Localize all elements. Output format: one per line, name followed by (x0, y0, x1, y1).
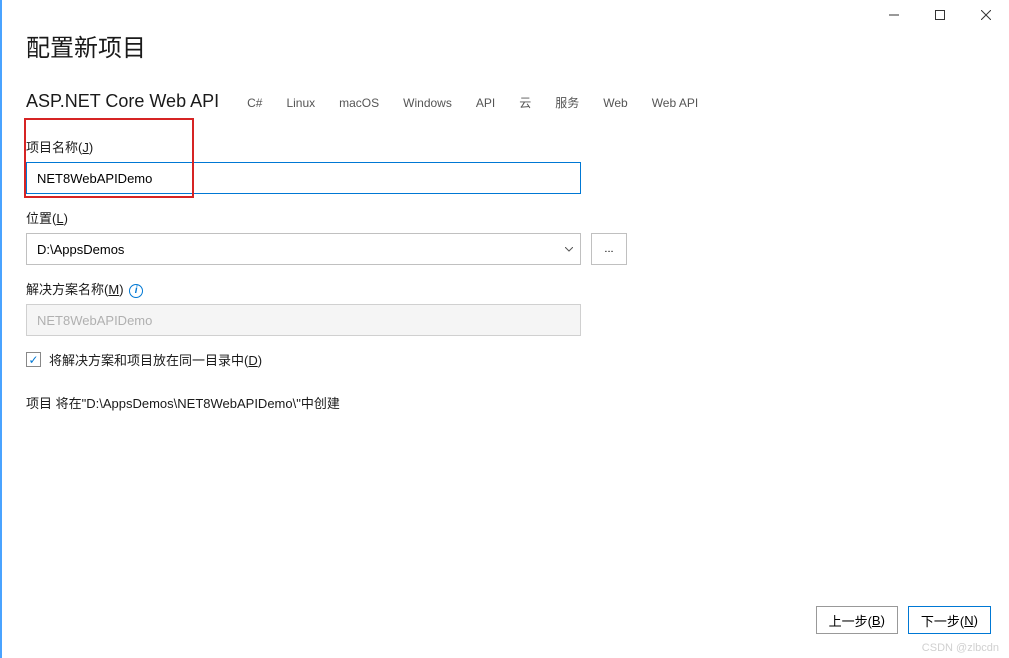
template-tag: Web (599, 94, 631, 112)
solution-name-group: 解决方案名称(M) i (26, 279, 985, 336)
template-tag: 云 (515, 92, 535, 113)
project-name-group: 项目名称(J) (26, 137, 985, 194)
template-tag: Linux (282, 94, 319, 112)
next-button[interactable]: 下一步(N) (908, 606, 991, 634)
template-name: ASP.NET Core Web API (26, 91, 219, 112)
location-input[interactable] (26, 233, 581, 265)
close-button[interactable] (963, 0, 1009, 30)
info-icon[interactable]: i (129, 284, 143, 298)
window-controls (871, 0, 1009, 30)
template-tag: 服务 (551, 92, 583, 113)
solution-name-label: 解决方案名称(M) i (26, 279, 143, 298)
page-title: 配置新项目 (26, 28, 985, 63)
location-combo[interactable] (26, 233, 581, 265)
template-tag: Web API (648, 94, 702, 112)
same-directory-checkbox[interactable]: ✓ (26, 352, 41, 367)
back-button[interactable]: 上一步(B) (816, 606, 898, 634)
project-name-label: 项目名称(J) (26, 137, 93, 156)
template-header: ASP.NET Core Web API C# Linux macOS Wind… (26, 91, 985, 113)
watermark: CSDN @zlbcdn (922, 642, 999, 654)
project-name-input[interactable] (26, 162, 581, 194)
location-label: 位置(L) (26, 208, 68, 227)
main-content: 配置新项目 ASP.NET Core Web API C# Linux macO… (2, 0, 1009, 412)
same-directory-checkbox-row[interactable]: ✓ 将解决方案和项目放在同一目录中(D) (26, 350, 985, 369)
dialog-footer: 上一步(B) 下一步(N) (816, 606, 991, 634)
template-tag: API (472, 94, 499, 112)
template-tag: macOS (335, 94, 383, 112)
creation-path-text: 项目 将在"D:\AppsDemos\NET8WebAPIDemo\"中创建 (26, 393, 985, 412)
template-tag: Windows (399, 94, 456, 112)
browse-button[interactable]: ... (591, 233, 627, 265)
template-tag: C# (243, 94, 266, 112)
location-group: 位置(L) ... (26, 208, 985, 265)
maximize-button[interactable] (917, 0, 963, 30)
minimize-button[interactable] (871, 0, 917, 30)
solution-name-input (26, 304, 581, 336)
same-directory-label: 将解决方案和项目放在同一目录中(D) (49, 350, 262, 369)
